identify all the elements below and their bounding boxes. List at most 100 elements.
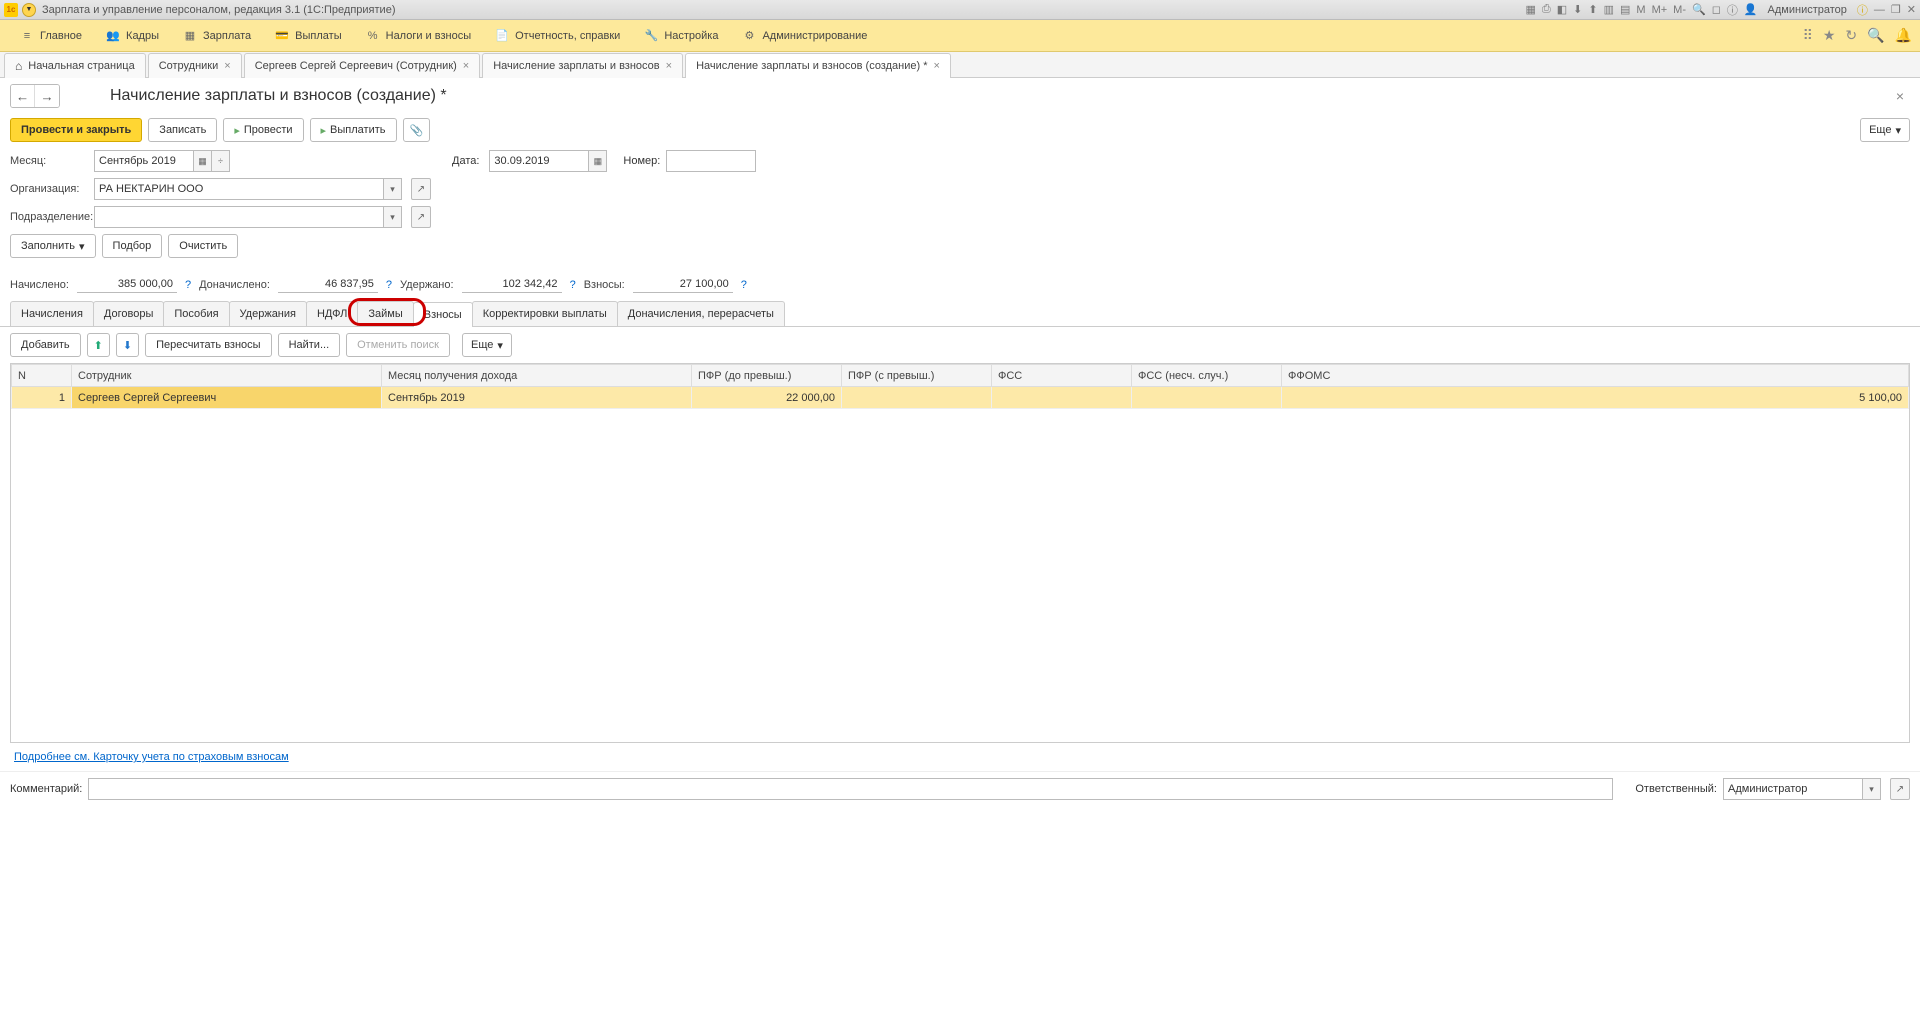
help-icon[interactable]: ? xyxy=(570,279,576,291)
responsible-open-button[interactable]: ↗ xyxy=(1890,778,1910,800)
close-icon[interactable]: × xyxy=(666,60,672,72)
menu-reports[interactable]: 📄Отчетность, справки xyxy=(483,20,632,51)
col-ffoms[interactable]: ФФОМС xyxy=(1282,365,1909,387)
close-icon[interactable]: × xyxy=(224,60,230,72)
maximize-icon[interactable]: ❐ xyxy=(1891,3,1901,16)
bell-icon[interactable]: 🔔 xyxy=(1895,27,1912,44)
zoom-icon[interactable]: 🔍 xyxy=(1692,3,1706,16)
m-minus-icon[interactable]: M- xyxy=(1673,4,1686,16)
upload-icon[interactable]: ⬆ xyxy=(1588,3,1597,16)
month-spinner-button[interactable]: ÷ xyxy=(212,150,230,172)
star-icon[interactable]: ★ xyxy=(1823,27,1836,44)
help-icon[interactable]: ? xyxy=(386,279,392,291)
cell-ffoms[interactable]: 5 100,00 xyxy=(1282,387,1909,409)
month-input[interactable] xyxy=(94,150,194,172)
attach-button[interactable]: 📎 xyxy=(403,118,431,142)
minimize-icon[interactable]: — xyxy=(1874,4,1885,16)
pay-button[interactable]: ▸Выплатить xyxy=(310,118,397,142)
fill-button[interactable]: Заполнить ▾ xyxy=(10,234,96,258)
recalc-button[interactable]: Пересчитать взносы xyxy=(145,333,272,357)
menu-burger[interactable]: ≡Главное xyxy=(8,20,94,51)
print-icon[interactable]: ⎙ xyxy=(1542,3,1551,16)
subtab-benefits[interactable]: Пособия xyxy=(163,301,229,326)
close-icon[interactable]: × xyxy=(463,60,469,72)
help-icon[interactable]: ? xyxy=(185,279,191,291)
col-employee[interactable]: Сотрудник xyxy=(72,365,382,387)
menu-nalogi[interactable]: %Налоги и взносы xyxy=(354,20,484,51)
subtab-contracts[interactable]: Договоры xyxy=(93,301,164,326)
menu-vyplaty[interactable]: 💳Выплаты xyxy=(263,20,353,51)
more-button[interactable]: Еще ▾ xyxy=(1860,118,1910,142)
page-close-button[interactable]: × xyxy=(1890,88,1910,104)
number-input[interactable] xyxy=(666,150,756,172)
table-row[interactable]: 1 Сергеев Сергей Сергеевич Сентябрь 2019… xyxy=(12,387,1909,409)
responsible-dropdown-button[interactable]: ▾ xyxy=(1863,778,1881,800)
table-more-button[interactable]: Еще ▾ xyxy=(462,333,512,357)
tab-payroll-create[interactable]: Начисление зарплаты и взносов (создание)… xyxy=(685,53,951,78)
find-button[interactable]: Найти... xyxy=(278,333,341,357)
org-input[interactable] xyxy=(94,178,384,200)
close-window-icon[interactable]: ✕ xyxy=(1907,3,1916,16)
help-icon[interactable]: ? xyxy=(741,279,747,291)
col-month[interactable]: Месяц получения дохода xyxy=(382,365,692,387)
month-picker-button[interactable]: ▦ xyxy=(194,150,212,172)
help-circle-icon[interactable]: ⓘ xyxy=(1857,2,1868,18)
org-dropdown-button[interactable]: ▾ xyxy=(384,178,402,200)
cell-month[interactable]: Сентябрь 2019 xyxy=(382,387,692,409)
clear-button[interactable]: Очистить xyxy=(168,234,238,258)
date-picker-button[interactable]: ▦ xyxy=(589,150,607,172)
info-icon[interactable]: ⓘ xyxy=(1727,2,1738,18)
col-pfr-below[interactable]: ПФР (до превыш.) xyxy=(692,365,842,387)
subtab-deductions[interactable]: Удержания xyxy=(229,301,307,326)
comment-input[interactable] xyxy=(88,778,1613,800)
cell-pfr-above[interactable] xyxy=(842,387,992,409)
subtab-recalc[interactable]: Доначисления, перерасчеты xyxy=(617,301,785,326)
titlebar-dropdown-icon[interactable]: ▼ xyxy=(22,3,36,17)
cell-fss-acc[interactable] xyxy=(1132,387,1282,409)
cell-fss[interactable] xyxy=(992,387,1132,409)
col-fss[interactable]: ФСС xyxy=(992,365,1132,387)
apps-grid-icon[interactable]: ⠿ xyxy=(1803,27,1813,44)
subtab-loans[interactable]: Займы xyxy=(357,301,413,326)
history-icon[interactable]: ↻ xyxy=(1845,27,1857,44)
menu-kadry[interactable]: 👥Кадры xyxy=(94,20,171,51)
window-icon[interactable]: ◻ xyxy=(1712,3,1721,16)
cell-pfr-below[interactable]: 22 000,00 xyxy=(692,387,842,409)
download-icon[interactable]: ⬇ xyxy=(1573,3,1582,16)
insurance-card-link[interactable]: Подробнее см. Карточку учета по страховы… xyxy=(14,751,289,763)
m-plus-icon[interactable]: M+ xyxy=(1652,4,1668,16)
cell-employee[interactable]: Сергеев Сергей Сергеевич xyxy=(72,387,382,409)
toolbar-icon[interactable]: ▦ xyxy=(1526,3,1536,16)
search-icon[interactable]: 🔍 xyxy=(1867,27,1884,44)
tab-payroll-list[interactable]: Начисление зарплаты и взносов× xyxy=(482,53,683,78)
contributions-table[interactable]: N Сотрудник Месяц получения дохода ПФР (… xyxy=(10,363,1910,743)
subtab-corrections[interactable]: Корректировки выплаты xyxy=(472,301,618,326)
close-icon[interactable]: × xyxy=(934,60,940,72)
move-down-button[interactable]: ⬇ xyxy=(116,333,139,357)
dept-dropdown-button[interactable]: ▾ xyxy=(384,206,402,228)
cell-n[interactable]: 1 xyxy=(12,387,72,409)
nav-back-button[interactable]: ← xyxy=(11,85,35,107)
calc-icon[interactable]: ▤ xyxy=(1620,3,1630,16)
tab-employees[interactable]: Сотрудники× xyxy=(148,53,242,78)
post-button[interactable]: ▸Провести xyxy=(223,118,303,142)
dept-input[interactable] xyxy=(94,206,384,228)
select-button[interactable]: Подбор xyxy=(102,234,163,258)
subtab-accruals[interactable]: Начисления xyxy=(10,301,94,326)
col-n[interactable]: N xyxy=(12,365,72,387)
subtab-contributions[interactable]: Взносы xyxy=(413,302,473,327)
tab-employee-card[interactable]: Сергеев Сергей Сергеевич (Сотрудник)× xyxy=(244,53,481,78)
tab-home[interactable]: ⌂Начальная страница xyxy=(4,53,146,78)
nav-forward-button[interactable]: → xyxy=(35,85,59,107)
move-up-button[interactable]: ⬆ xyxy=(87,333,110,357)
col-pfr-above[interactable]: ПФР (с превыш.) xyxy=(842,365,992,387)
calendar-icon[interactable]: ▥ xyxy=(1604,3,1614,16)
subtab-ndfl[interactable]: НДФЛ xyxy=(306,301,358,326)
org-open-button[interactable]: ↗ xyxy=(411,178,431,200)
m-icon[interactable]: M xyxy=(1636,4,1645,16)
menu-zarplata[interactable]: ▦Зарплата xyxy=(171,20,263,51)
dept-open-button[interactable]: ↗ xyxy=(411,206,431,228)
responsible-input[interactable] xyxy=(1723,778,1863,800)
save-button[interactable]: Записать xyxy=(148,118,217,142)
post-and-close-button[interactable]: Провести и закрыть xyxy=(10,118,142,142)
